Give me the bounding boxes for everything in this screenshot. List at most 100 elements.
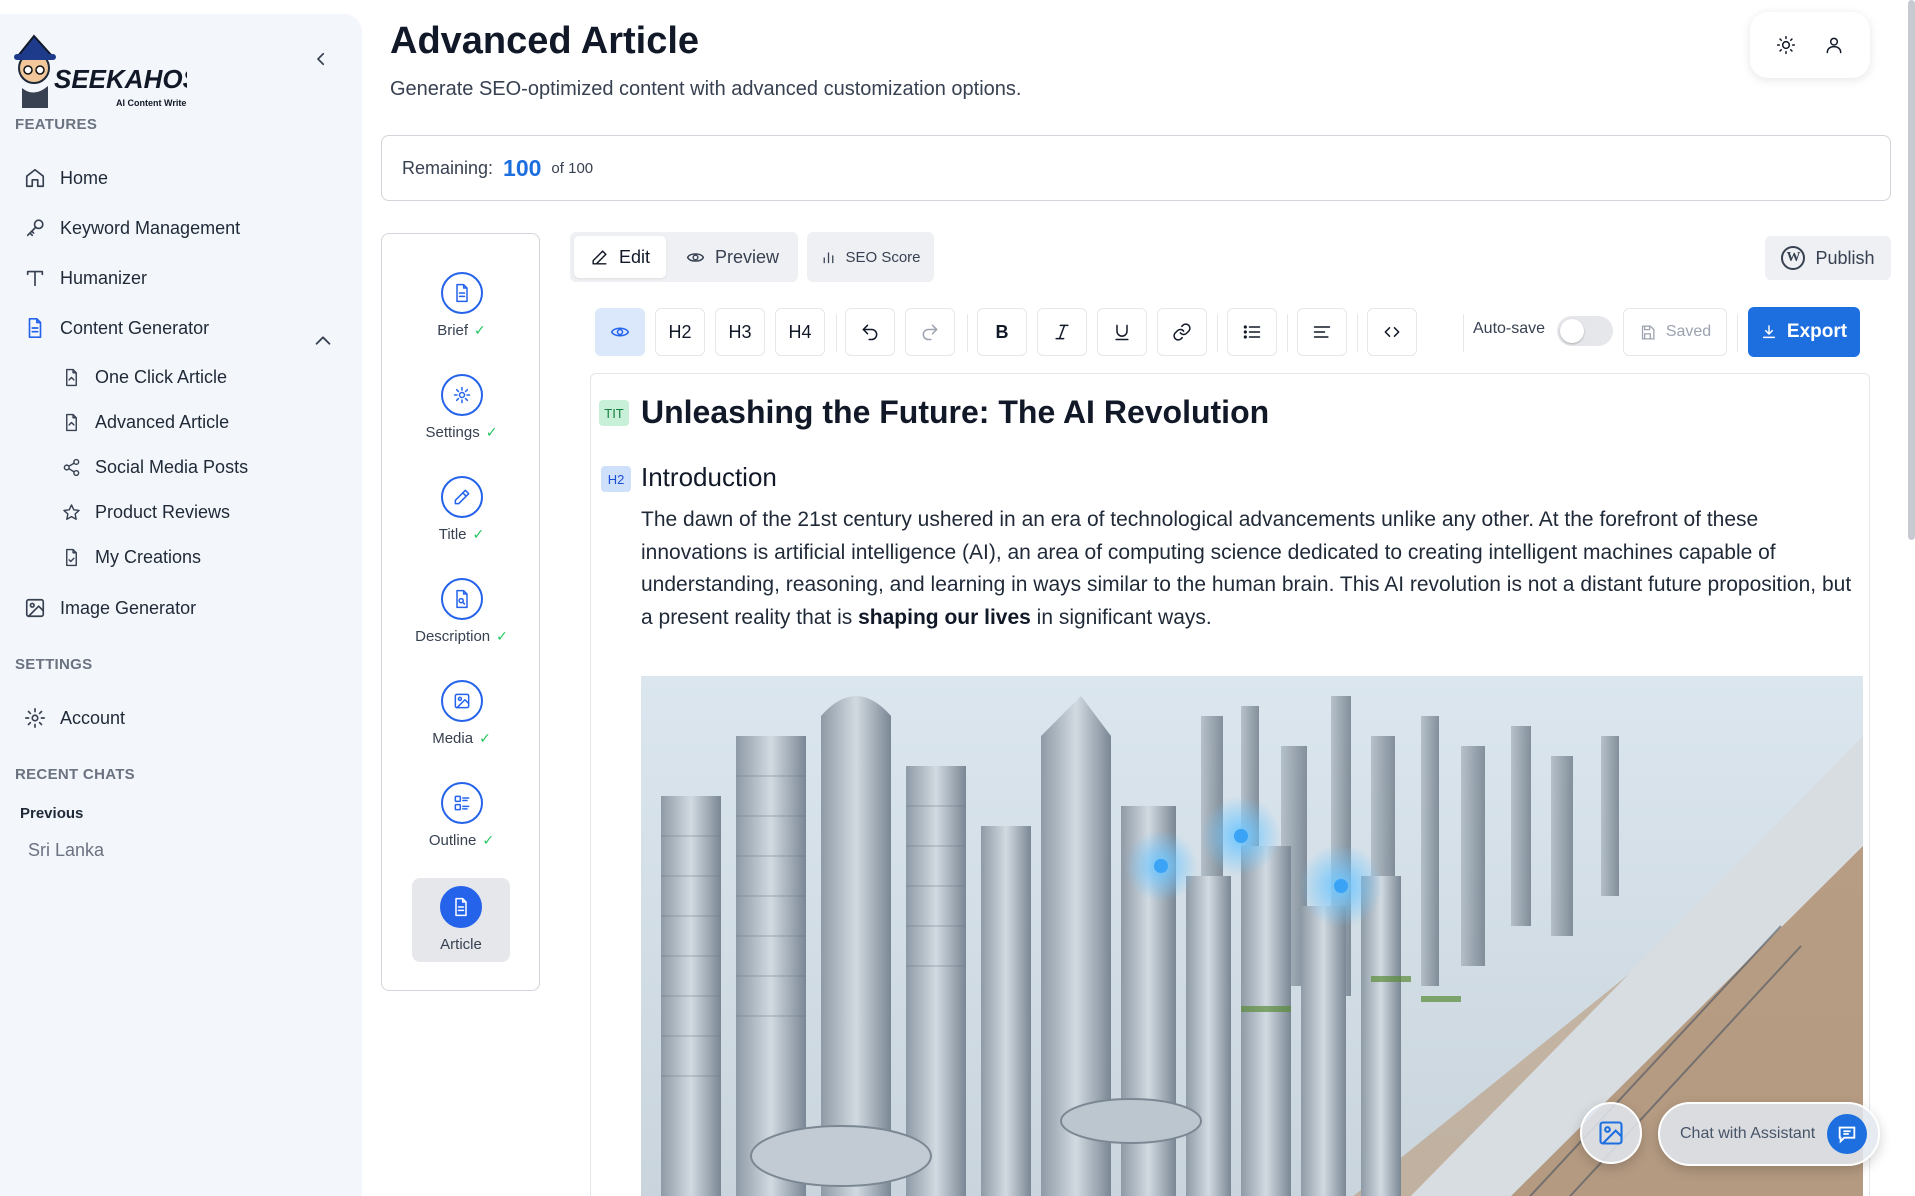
step-label: Article [440, 936, 482, 953]
step-label: Description [415, 628, 491, 645]
paragraph-text: The dawn of the 21st century ushered in … [641, 508, 1852, 629]
step-outline[interactable]: Outline ✓ [382, 782, 541, 866]
key-icon [26, 219, 44, 237]
toolbar-divider [967, 314, 968, 352]
link-icon [1173, 323, 1191, 341]
nav-item-home[interactable]: Home [24, 160, 108, 196]
sub-item-my-creations[interactable]: My Creations [62, 540, 201, 574]
save-icon [1641, 324, 1655, 340]
article-paragraph[interactable]: The dawn of the 21st century ushered in … [641, 504, 1866, 634]
redo-button[interactable] [905, 308, 955, 356]
nav-item-label: Account [60, 707, 126, 728]
sub-item-social-media-posts[interactable]: Social Media Posts [62, 450, 248, 484]
pencil-icon [454, 489, 469, 505]
heading-3-button[interactable]: H3 [715, 308, 765, 356]
collapse-sidebar-button[interactable] [308, 46, 334, 72]
eye-icon [686, 252, 705, 262]
nav-item-keyword-management[interactable]: Keyword Management [24, 210, 240, 246]
file-icon [66, 368, 77, 386]
file-icon [455, 283, 468, 303]
recent-chat-item[interactable]: Sri Lanka [28, 840, 104, 861]
chat-assistant-button[interactable]: Chat with Assistant [1658, 1102, 1880, 1166]
tab-seo-score[interactable]: SEO Score [807, 232, 934, 282]
nav-item-image-generator[interactable]: Image Generator [24, 590, 196, 626]
sun-icon[interactable] [1776, 35, 1796, 55]
autosave-label: Auto-save [1473, 320, 1546, 337]
list-icon [1243, 325, 1261, 339]
step-label: Title [438, 526, 467, 543]
bullet-list-button[interactable] [1227, 308, 1277, 356]
file-icon [455, 897, 467, 917]
chat-label: Chat with Assistant [1680, 1125, 1816, 1142]
features-section-label: FEATURES [15, 116, 98, 133]
svg-text:SEEKAHOST: SEEKAHOST [54, 64, 187, 94]
image-icon [1599, 1121, 1623, 1145]
title-badge: TIT [599, 400, 629, 426]
page-scrollbar[interactable] [1908, 0, 1915, 540]
editor-view-tabs: Edit Preview [570, 232, 798, 282]
link-button[interactable] [1157, 308, 1207, 356]
sub-item-label: One Click Article [95, 366, 228, 387]
nav-item-account[interactable]: Account [24, 700, 125, 736]
image-assistant-button[interactable] [1580, 1102, 1642, 1164]
undo-button[interactable] [845, 308, 895, 356]
align-left-icon [1313, 326, 1331, 338]
nav-item-humanizer[interactable]: Humanizer [24, 260, 147, 296]
settings-section-label: SETTINGS [15, 656, 93, 673]
article-heading[interactable]: Introduction [641, 462, 777, 493]
article-editor[interactable]: TIT Unleashing the Future: The AI Revolu… [590, 373, 1870, 1196]
paragraph-bold-text: shaping our lives [858, 605, 1031, 629]
autosave-toggle[interactable] [1557, 316, 1613, 346]
nav-item-content-generator[interactable]: Content Generator [24, 310, 209, 346]
chevron-left-icon [317, 52, 325, 66]
saved-status-button[interactable]: Saved [1623, 308, 1727, 356]
user-icon[interactable] [1824, 35, 1844, 55]
step-brief[interactable]: Brief ✓ [382, 272, 541, 356]
code-icon [1384, 327, 1400, 337]
page-subtitle: Generate SEO-optimized content with adva… [390, 78, 1022, 100]
sub-item-one-click-article[interactable]: One Click Article [62, 360, 227, 394]
step-circle [440, 782, 483, 824]
heading-4-button[interactable]: H4 [775, 308, 825, 356]
step-settings[interactable]: Settings ✓ [382, 374, 541, 458]
recent-chats-label: RECENT CHATS [15, 766, 135, 783]
step-title[interactable]: Title ✓ [382, 476, 541, 560]
code-view-button[interactable] [1367, 308, 1417, 356]
chevron-up-icon[interactable] [312, 330, 334, 352]
sub-item-label: Advanced Article [95, 411, 230, 432]
toggle-preview-button[interactable] [595, 308, 645, 356]
toolbar-divider [1463, 314, 1464, 352]
step-description[interactable]: Description ✓ [382, 578, 541, 662]
heading-2-button[interactable]: H2 [655, 308, 705, 356]
italic-button[interactable] [1037, 308, 1087, 356]
sub-item-product-reviews[interactable]: Product Reviews [62, 495, 230, 529]
file-icon [28, 318, 42, 338]
tab-edit[interactable]: Edit [574, 236, 667, 278]
nav-item-label: Content Generator [60, 317, 210, 338]
step-circle [440, 476, 483, 518]
svg-text:AI Content Writer: AI Content Writer [116, 98, 187, 108]
publish-button[interactable]: W Publish [1765, 236, 1891, 280]
sub-item-advanced-article[interactable]: Advanced Article [62, 405, 229, 439]
remaining-value: 100 [503, 154, 542, 181]
tab-label: Edit [619, 246, 651, 267]
bold-button[interactable]: B [977, 308, 1027, 356]
step-circle [440, 886, 482, 928]
header-actions [1750, 12, 1870, 78]
export-label: Export [1786, 321, 1848, 342]
align-button[interactable] [1297, 308, 1347, 356]
h2-badge: H2 [601, 466, 631, 492]
remaining-label: Remaining: [402, 157, 494, 178]
step-circle [440, 272, 483, 314]
redo-icon [922, 324, 938, 341]
step-media[interactable]: Media ✓ [382, 680, 541, 764]
seekahost-logo[interactable]: SEEKAHOST AI Content Writer [12, 28, 187, 114]
image-icon [454, 693, 469, 709]
tab-preview[interactable]: Preview [670, 236, 795, 278]
export-button[interactable]: Export [1748, 307, 1860, 357]
article-title[interactable]: Unleashing the Future: The AI Revolution [641, 394, 1269, 431]
step-article[interactable]: Article [412, 878, 510, 962]
tab-label: SEO Score [845, 248, 921, 266]
toolbar-divider [1287, 314, 1288, 352]
underline-button[interactable] [1097, 308, 1147, 356]
